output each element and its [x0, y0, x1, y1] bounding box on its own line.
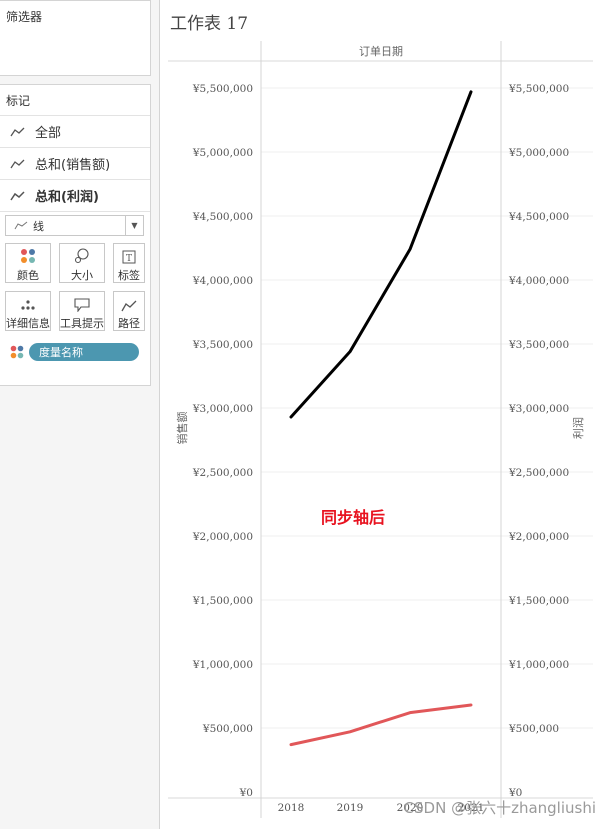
mark-type-value: 线 — [33, 219, 44, 233]
detail-button-label: 详细信息 — [6, 317, 50, 330]
y-tick-label-right: ¥2,000,000 — [508, 531, 569, 543]
y-tick-label-left: ¥1,000,000 — [192, 659, 253, 671]
mark-type-select[interactable]: 线 ▼ — [5, 215, 144, 236]
color-dots-icon — [6, 244, 50, 264]
mark-row-label: 全部 — [35, 126, 62, 141]
line-icon — [10, 127, 25, 136]
y-tick-label-left: ¥5,000,000 — [192, 147, 253, 159]
mark-row-label: 总和(利润) — [35, 190, 99, 205]
detail-button[interactable]: 详细信息 — [5, 291, 51, 331]
worksheet-area: 工作表 17 订单日期 销售额 利润 ¥0 ¥500,000 ¥1,000,000 ¥… — [159, 0, 602, 829]
path-icon — [114, 292, 144, 312]
color-button[interactable]: 颜色 — [5, 243, 51, 283]
annotation-text: 同步轴后 — [321, 508, 385, 527]
series-line-0 — [289, 90, 473, 419]
mark-row-profit[interactable]: 总和(利润) — [0, 180, 150, 212]
y-ticks-left: ¥0 ¥500,000 ¥1,000,000 ¥1,500,000 ¥2,000,000… — [192, 83, 253, 799]
y-tick-label-right: ¥1,500,000 — [508, 595, 569, 607]
detail-icon — [6, 292, 50, 312]
line-icon — [10, 159, 25, 168]
y-tick-label-left: ¥3,000,000 — [192, 403, 253, 415]
filters-title: 筛选器 — [6, 10, 43, 24]
y-tick-label-right: ¥4,000,000 — [508, 275, 569, 287]
mark-row-sales[interactable]: 总和(销售额) — [0, 148, 150, 180]
y-tick-label-left: ¥2,500,000 — [192, 467, 253, 479]
tooltip-icon — [60, 292, 104, 312]
y-tick-label-right: ¥5,500,000 — [508, 83, 569, 95]
size-button[interactable]: 大小 — [59, 243, 105, 283]
series-line-1 — [289, 703, 473, 747]
color-button-label: 颜色 — [17, 269, 39, 282]
y-tick-label-right: ¥1,000,000 — [508, 659, 569, 671]
label-button[interactable]: T 标签 — [113, 243, 145, 283]
x-tick-label: 2019 — [337, 802, 364, 814]
measure-names-pill[interactable]: 度量名称 — [29, 343, 139, 361]
filters-card: 筛选器 — [0, 0, 151, 76]
label-button-label: 标签 — [118, 269, 140, 282]
y-tick-label-left: ¥2,000,000 — [192, 531, 253, 543]
y-tick-label-left: ¥4,500,000 — [192, 211, 253, 223]
y-tick-label-right: ¥4,500,000 — [508, 211, 569, 223]
marks-card: 标记 全部 总和(销售额) 总和(利润) 线 ▼ 颜色 大小 T 标签 详细信息… — [0, 84, 151, 386]
y-axis-title-left: 销售额 — [175, 412, 189, 445]
size-icon — [60, 244, 104, 264]
line-icon — [14, 221, 28, 230]
y-tick-label-right: ¥2,500,000 — [508, 467, 569, 479]
label-icon: T — [114, 244, 144, 264]
y-axis-title-right: 利润 — [571, 417, 585, 439]
marks-title: 标记 — [0, 85, 150, 116]
y-ticks-right: ¥0 ¥500,000 ¥1,000,000 ¥1,500,000 ¥2,000,000… — [508, 83, 569, 799]
y-tick-label-left: ¥500,000 — [202, 723, 253, 735]
x-tick-label: 2018 — [278, 802, 305, 814]
y-tick-label-left: ¥4,000,000 — [192, 275, 253, 287]
y-tick-label-right: ¥3,500,000 — [508, 339, 569, 351]
tooltip-button-label: 工具提示 — [60, 317, 104, 330]
size-button-label: 大小 — [71, 269, 93, 282]
y-tick-label-left: ¥1,500,000 — [192, 595, 253, 607]
left-panel: 筛选器 标记 全部 总和(销售额) 总和(利润) 线 ▼ 颜色 大小 T 标签 … — [0, 0, 153, 829]
y-tick-label-right: ¥3,000,000 — [508, 403, 569, 415]
series-lines — [289, 90, 473, 747]
watermark: CSDN @张六十zhangliushi — [404, 799, 596, 817]
color-dots-icon — [10, 345, 24, 359]
y-tick-label-right: ¥5,000,000 — [508, 147, 569, 159]
measure-names-row: 度量名称 — [10, 343, 139, 361]
svg-text:T: T — [126, 254, 132, 264]
y-tick-label-right: ¥0 — [508, 787, 522, 799]
mark-row-all[interactable]: 全部 — [0, 116, 150, 148]
y-tick-label-right: ¥500,000 — [508, 723, 559, 735]
y-tick-label-left: ¥3,500,000 — [192, 339, 253, 351]
path-button-label: 路径 — [118, 317, 140, 330]
y-tick-label-left: ¥5,500,000 — [192, 83, 253, 95]
tooltip-button[interactable]: 工具提示 — [59, 291, 105, 331]
chevron-down-icon[interactable]: ▼ — [125, 216, 143, 235]
y-tick-label-left: ¥0 — [239, 787, 253, 799]
mark-row-label: 总和(销售额) — [35, 158, 111, 173]
line-icon — [10, 190, 25, 200]
chart: 订单日期 销售额 利润 ¥0 ¥500,000 ¥1,000,000 ¥1,500,0… — [168, 41, 596, 818]
column-header: 订单日期 — [359, 45, 403, 58]
path-button[interactable]: 路径 — [113, 291, 145, 331]
